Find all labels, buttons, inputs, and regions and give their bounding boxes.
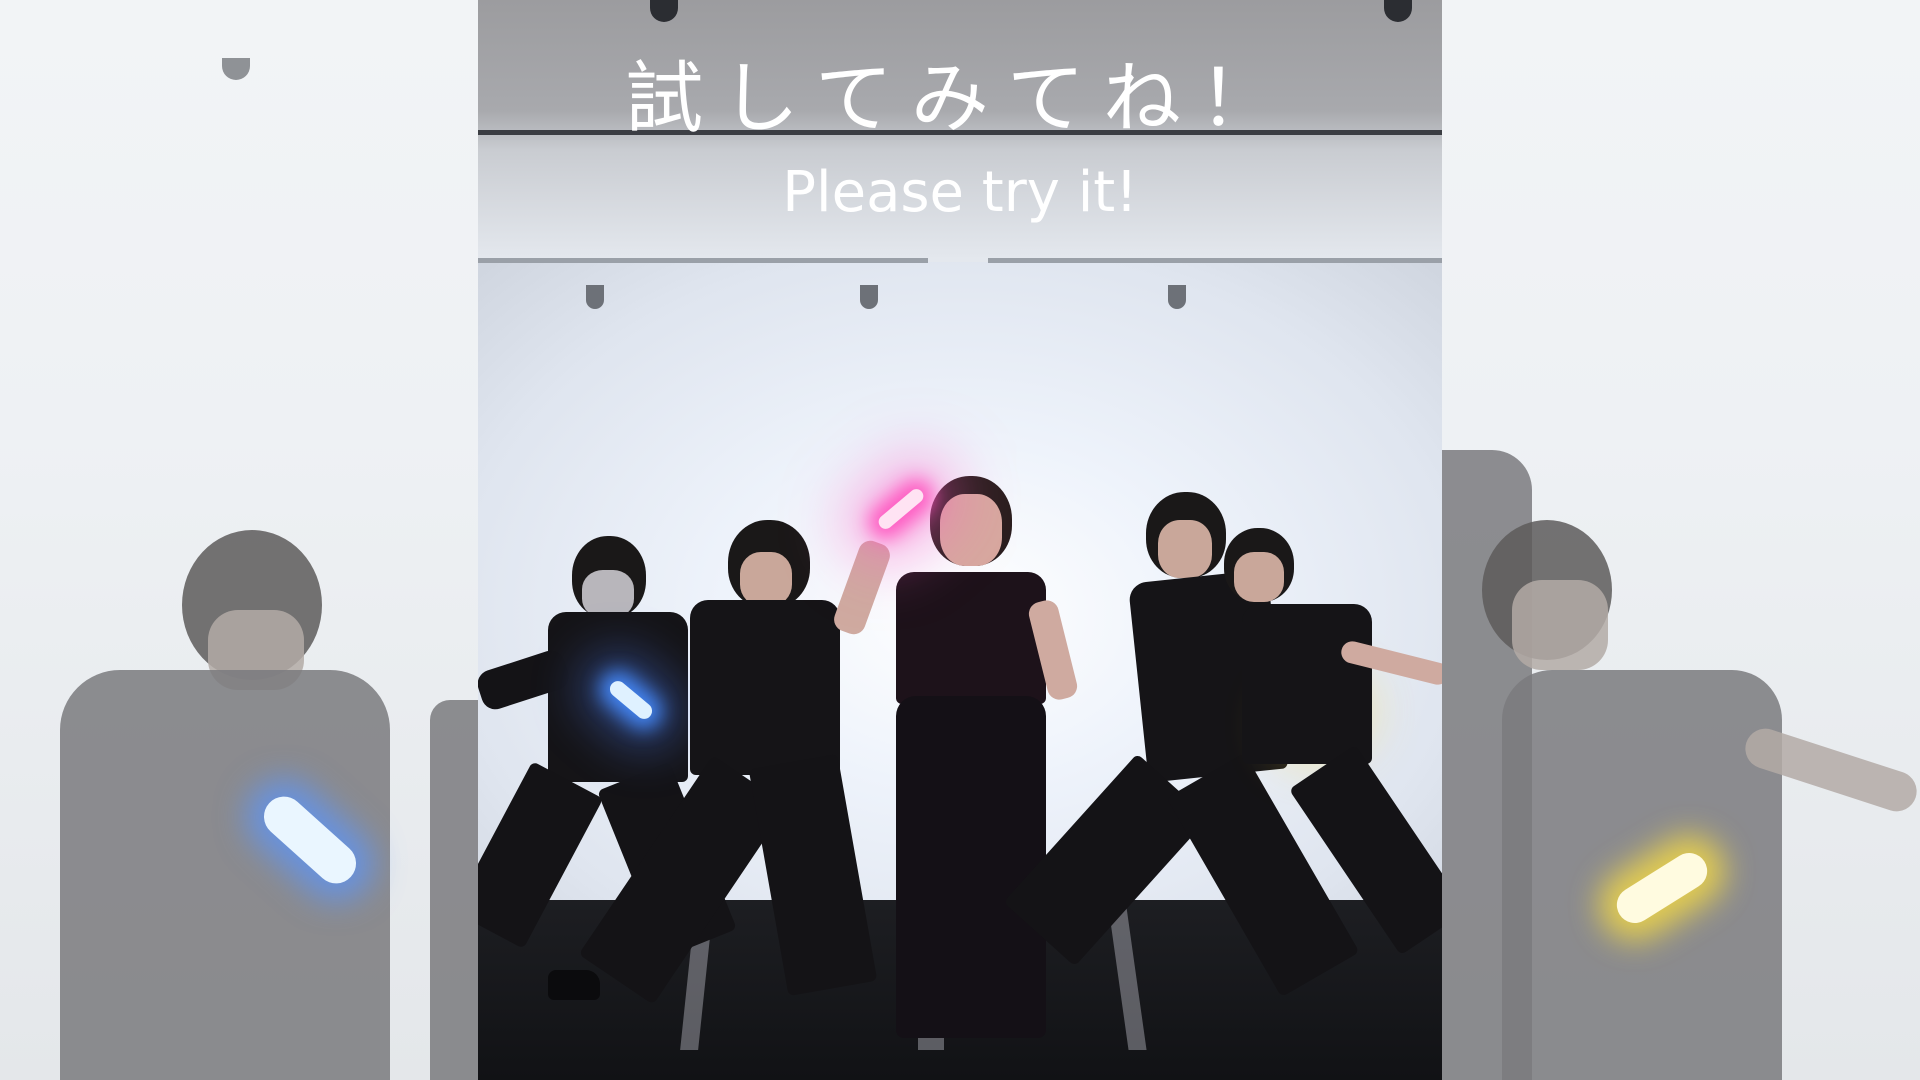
blurred-background-right	[1442, 0, 1920, 1080]
ceiling-spotlight	[650, 0, 678, 22]
dancer-face	[940, 494, 1002, 566]
ceiling-spotlight	[1168, 285, 1186, 309]
ghost-dancer-body	[1502, 670, 1782, 1080]
ghost-dancer-face	[1512, 580, 1608, 670]
blurred-background-left	[0, 0, 478, 1080]
dancer-torso	[896, 572, 1046, 704]
ceiling-spotlight	[1384, 0, 1412, 22]
ceiling-spotlight	[860, 285, 878, 309]
main-video: 試してみてね！ Please try it!	[478, 0, 1442, 1080]
video-frame-container: 試してみてね！ Please try it!	[0, 0, 1920, 1080]
ghost-dancer-edge	[430, 700, 478, 1080]
face-mask	[582, 570, 634, 618]
dancer-face	[1158, 520, 1212, 578]
dancer-face	[1234, 552, 1284, 602]
ceiling-spotlight	[586, 285, 604, 309]
ceiling-rail	[478, 258, 928, 263]
dancer-torso	[690, 600, 840, 775]
dancer-shoe	[548, 970, 600, 1000]
dancer-face	[740, 552, 792, 606]
overlay-title-japanese: 試してみてね！	[625, 54, 1295, 144]
dancer-torso	[1242, 604, 1372, 764]
ceiling-rail	[988, 258, 1442, 263]
dancer-pants	[896, 696, 1046, 1038]
overlay-title-english: Please try it!	[782, 160, 1138, 225]
ceiling-spotlight	[222, 58, 250, 80]
